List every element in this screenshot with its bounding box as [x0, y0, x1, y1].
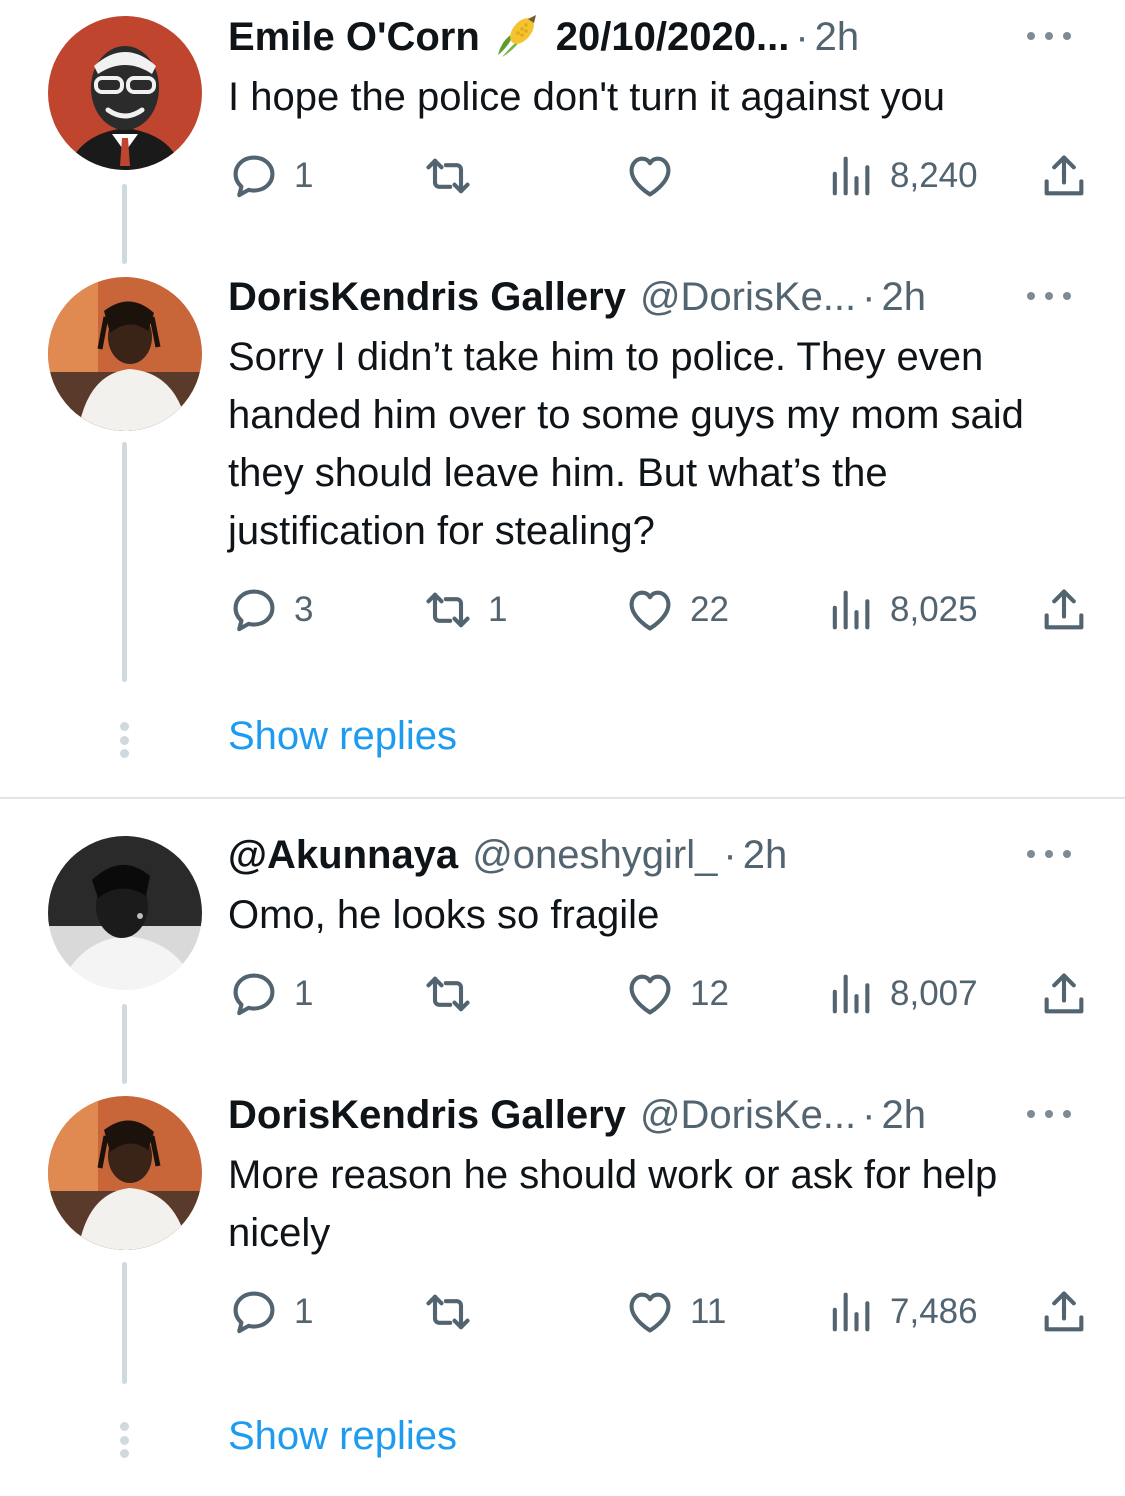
share-icon: [1038, 968, 1090, 1020]
view-count: 8,007: [890, 974, 978, 1013]
timestamp[interactable]: 2h: [881, 1093, 926, 1138]
reply-count: 3: [294, 590, 314, 629]
like-count: 12: [690, 974, 729, 1013]
share-button[interactable]: [1038, 966, 1090, 1022]
tweet-header: DorisKendris Gallery @DorisKe... · 2h: [228, 1090, 1075, 1140]
retweet-button[interactable]: [422, 148, 488, 204]
user-handle[interactable]: @DorisKe...: [640, 275, 856, 320]
retweet-button[interactable]: [422, 966, 488, 1022]
action-bar: 3 1 22 8,025: [228, 582, 1088, 638]
action-bar: 1 8,240: [228, 148, 1088, 204]
tweet-header: DorisKendris Gallery @DorisKe... · 2h: [228, 272, 1075, 322]
view-count: 8,240: [890, 156, 978, 195]
tweet-text: Sorry I didn’t take him to police. They …: [228, 335, 1024, 553]
avatar[interactable]: [48, 1096, 202, 1250]
show-replies-link[interactable]: Show replies: [228, 1414, 457, 1459]
thread-line: [122, 1262, 127, 1384]
reply-button[interactable]: 1: [228, 966, 313, 1022]
like-button[interactable]: 12: [624, 966, 729, 1022]
reply-icon: [228, 584, 280, 636]
retweet-button[interactable]: [422, 1284, 488, 1340]
view-count: 8,025: [890, 590, 978, 629]
retweet-icon: [422, 968, 474, 1020]
tweet-text: Omo, he looks so fragile: [228, 893, 660, 937]
avatar[interactable]: [48, 836, 202, 990]
display-name[interactable]: DorisKendris Gallery: [228, 275, 626, 320]
view-count: 7,486: [890, 1292, 978, 1331]
separator: ·: [795, 14, 809, 59]
views-button[interactable]: 7,486: [824, 1284, 978, 1340]
retweet-button[interactable]: 1: [422, 582, 507, 638]
more-icon[interactable]: [1027, 1104, 1071, 1124]
retweet-icon: [422, 584, 474, 636]
retweet-count: 1: [488, 590, 508, 629]
action-bar: 1 12 8,007: [228, 966, 1088, 1022]
share-button[interactable]: [1038, 582, 1090, 638]
tweet-text: More reason he should work or ask for he…: [228, 1153, 998, 1255]
views-button[interactable]: 8,025: [824, 582, 978, 638]
share-icon: [1038, 584, 1090, 636]
timestamp[interactable]: 2h: [881, 275, 926, 320]
thread-continuation-dots: [118, 722, 130, 758]
reply-count: 1: [294, 1292, 314, 1331]
show-replies-link[interactable]: Show replies: [228, 714, 457, 759]
like-icon: [624, 584, 676, 636]
like-count: 11: [690, 1292, 727, 1331]
tweet-header: @Akunnaya @oneshygirl_ · 2h: [228, 830, 1075, 880]
views-icon: [824, 968, 876, 1020]
reply-button[interactable]: 1: [228, 1284, 313, 1340]
separator: ·: [862, 274, 876, 319]
like-button[interactable]: 22: [624, 582, 729, 638]
more-icon[interactable]: [1027, 26, 1071, 46]
display-name-date: 20/10/2020...: [555, 14, 790, 59]
more-icon[interactable]: [1027, 286, 1071, 306]
reply-count: 1: [294, 156, 314, 195]
display-name[interactable]: Emile O'Corn: [228, 15, 480, 60]
retweet-icon: [422, 150, 474, 202]
views-button[interactable]: 8,007: [824, 966, 978, 1022]
thread-line: [122, 184, 127, 264]
corn-emoji-icon: [492, 15, 542, 59]
retweet-icon: [422, 1286, 474, 1338]
separator: ·: [862, 1092, 876, 1137]
like-button[interactable]: 11: [624, 1284, 726, 1340]
divider: [0, 797, 1125, 799]
timestamp[interactable]: 2h: [815, 15, 860, 60]
avatar[interactable]: [48, 16, 202, 170]
share-icon: [1038, 150, 1090, 202]
action-bar: 1 11 7,486: [228, 1284, 1088, 1340]
avatar[interactable]: [48, 277, 202, 431]
user-handle[interactable]: @DorisKe...: [640, 1093, 856, 1138]
views-icon: [824, 1286, 876, 1338]
timestamp[interactable]: 2h: [743, 833, 788, 878]
share-button[interactable]: [1038, 1284, 1090, 1340]
views-button[interactable]: 8,240: [824, 148, 978, 204]
reply-icon: [228, 1286, 280, 1338]
like-icon: [624, 150, 676, 202]
views-icon: [824, 150, 876, 202]
share-icon: [1038, 1286, 1090, 1338]
like-icon: [624, 1286, 676, 1338]
like-count: 22: [690, 590, 729, 629]
user-handle[interactable]: @oneshygirl_: [472, 833, 717, 878]
tweet-text: I hope the police don't turn it against …: [228, 75, 946, 119]
reply-icon: [228, 150, 280, 202]
thread-line: [122, 442, 127, 682]
separator: ·: [723, 832, 737, 877]
reply-button[interactable]: 1: [228, 148, 313, 204]
display-name[interactable]: @Akunnaya: [228, 833, 458, 878]
views-icon: [824, 584, 876, 636]
thread-line: [122, 1004, 127, 1084]
reply-count: 1: [294, 974, 314, 1013]
thread-continuation-dots: [118, 1422, 130, 1458]
tweet-header: Emile O'Corn 20/10/2020... · 2h: [228, 12, 1075, 62]
share-button[interactable]: [1038, 148, 1090, 204]
reply-icon: [228, 968, 280, 1020]
like-icon: [624, 968, 676, 1020]
reply-button[interactable]: 3: [228, 582, 313, 638]
like-button[interactable]: [624, 148, 690, 204]
more-icon[interactable]: [1027, 844, 1071, 864]
display-name[interactable]: DorisKendris Gallery: [228, 1093, 626, 1138]
